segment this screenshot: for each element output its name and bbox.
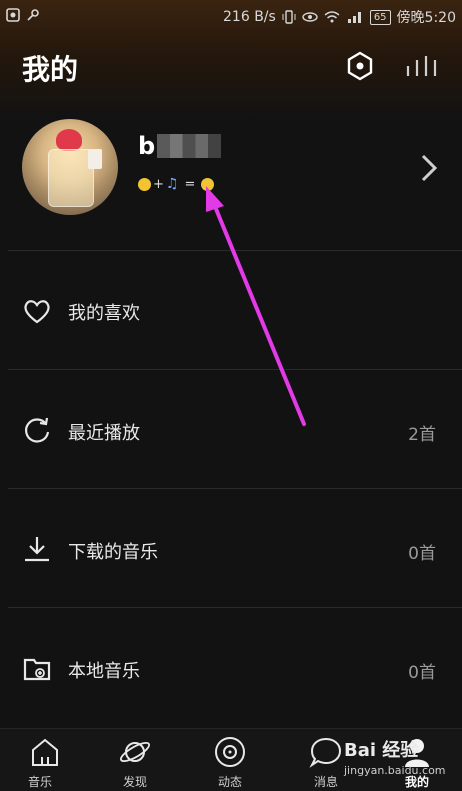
menu-item-count: 2首 — [408, 425, 436, 445]
key-icon — [27, 9, 39, 21]
username-text: b — [138, 132, 156, 160]
menu-item-downloads[interactable]: 下载的音乐 0首 — [0, 490, 462, 608]
divider — [8, 250, 462, 251]
divider — [8, 369, 462, 370]
profile-card[interactable]: b + ♫ = — [0, 112, 462, 252]
download-icon — [25, 537, 49, 562]
menu-item-count: 0首 — [408, 544, 436, 564]
menu-item-count: 0首 — [408, 663, 436, 683]
battery-icon: 65 — [369, 9, 391, 25]
screenshot-icon — [6, 8, 20, 22]
signal-icon — [347, 12, 361, 23]
equalizer-bars-icon[interactable] — [404, 52, 440, 80]
disc-icon — [215, 737, 245, 767]
username-redaction — [157, 134, 222, 158]
divider — [8, 607, 462, 608]
nav-item-music[interactable]: 音乐 — [0, 729, 90, 791]
status-bar: 216 B/s 65 傍晚5:20 — [0, 0, 462, 32]
nav-item-discover[interactable]: 发现 — [90, 729, 180, 791]
network-speed: 216 B/s — [223, 9, 276, 25]
refresh-icon — [25, 417, 50, 443]
grin-emoji-icon — [201, 177, 215, 191]
chat-icon — [309, 737, 342, 768]
wifi-icon — [324, 11, 340, 23]
nav-label: 音乐 — [27, 775, 52, 789]
menu-item-label: 最近播放 — [68, 423, 140, 444]
settings-hex-icon[interactable] — [344, 50, 376, 82]
signature: + ♫ = — [138, 176, 215, 192]
smile-emoji-icon — [138, 177, 151, 191]
home-icon — [32, 738, 58, 766]
menu-item-label: 下载的音乐 — [68, 542, 158, 563]
menu-item-label: 我的喜欢 — [68, 303, 140, 324]
watermark: Bai 经验 — [344, 740, 419, 761]
chevron-right-icon[interactable] — [418, 152, 440, 184]
avatar[interactable] — [22, 119, 118, 215]
nav-label: 动态 — [217, 775, 242, 789]
menu-item-recent[interactable]: 最近播放 2首 — [0, 371, 462, 489]
username: b — [138, 132, 222, 160]
clock: 傍晚5:20 — [396, 10, 456, 26]
watermark-url: jingyan.baidu.com — [344, 764, 446, 777]
planet-icon — [120, 742, 150, 762]
divider — [8, 488, 462, 489]
menu-item-favorites[interactable]: 我的喜欢 — [0, 252, 462, 370]
menu-item-label: 本地音乐 — [68, 661, 140, 682]
local-folder-icon — [23, 658, 51, 681]
signature-equals: = — [184, 176, 196, 192]
nav-item-feed[interactable]: 动态 — [185, 729, 275, 791]
music-note-icon: ♫ — [165, 176, 179, 192]
page-title: 我的 — [22, 53, 79, 86]
nav-label: 发现 — [122, 775, 147, 789]
vibrate-icon — [282, 10, 296, 24]
page-header: 我的 — [0, 40, 462, 92]
heart-icon — [24, 300, 50, 324]
eye-icon — [302, 12, 318, 22]
menu-item-local[interactable]: 本地音乐 0首 — [0, 609, 462, 727]
signature-plus: + — [153, 176, 164, 192]
